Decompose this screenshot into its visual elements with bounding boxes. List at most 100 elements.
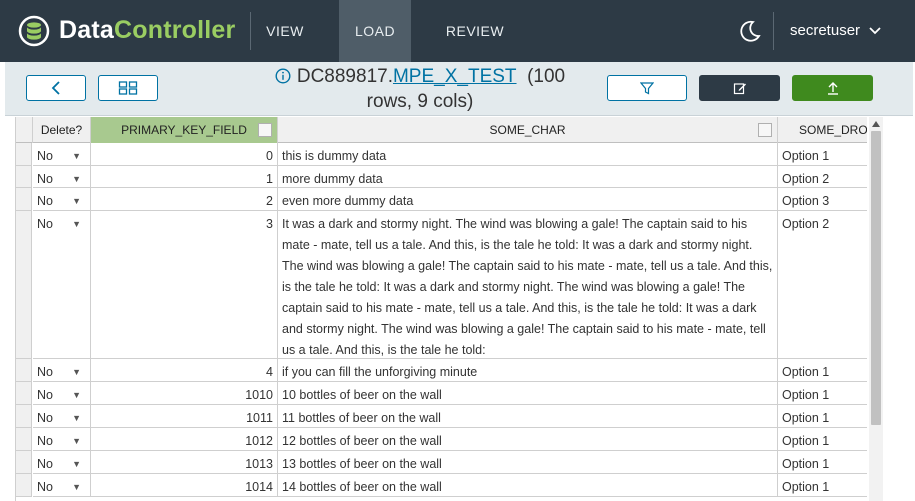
dropdown-arrow-icon[interactable]: ▼ <box>72 169 81 187</box>
primary-key-cell[interactable]: 1013 <box>91 451 278 474</box>
delete-select[interactable]: No ▼ <box>33 211 91 359</box>
delete-select[interactable]: No ▼ <box>33 428 91 451</box>
row-header[interactable] <box>16 143 32 166</box>
primary-key-cell[interactable]: 1012 <box>91 428 278 451</box>
delete-value: No <box>37 480 53 494</box>
delete-select[interactable]: No ▼ <box>33 188 91 211</box>
row-header[interactable] <box>16 188 32 211</box>
dropdown-arrow-icon[interactable]: ▼ <box>72 408 81 427</box>
delete-value: No <box>37 388 53 402</box>
column-header-some-dropdown[interactable]: SOME_DRO <box>778 117 867 143</box>
grid-view-button[interactable] <box>98 75 158 101</box>
grid-icon <box>118 81 138 95</box>
delete-select[interactable]: No ▼ <box>33 382 91 405</box>
dropdown-arrow-icon[interactable]: ▼ <box>72 191 81 210</box>
delete-value: No <box>37 217 53 231</box>
corner-cell[interactable] <box>16 117 33 143</box>
some-char-cell[interactable]: more dummy data <box>278 166 778 188</box>
some-char-cell[interactable]: 11 bottles of beer on the wall <box>278 405 778 428</box>
database-icon[interactable] <box>18 14 50 48</box>
row-header[interactable] <box>16 428 32 451</box>
back-button[interactable] <box>26 75 86 101</box>
vertical-scrollbar[interactable] <box>869 117 883 501</box>
some-char-cell[interactable]: even more dummy data <box>278 188 778 211</box>
row-header[interactable] <box>16 166 32 188</box>
brand-part-data: Data <box>59 16 114 44</box>
column-header-delete[interactable]: Delete? <box>33 117 91 143</box>
column-header-primary-key[interactable]: PRIMARY_KEY_FIELD <box>91 117 278 143</box>
row-header[interactable] <box>16 474 32 497</box>
tab-load[interactable]: LOAD <box>339 0 411 62</box>
delete-value: No <box>37 172 53 186</box>
some-dropdown-cell[interactable]: Option 1 <box>778 359 867 382</box>
some-char-cell[interactable]: 13 bottles of beer on the wall <box>278 451 778 474</box>
primary-key-cell[interactable]: 1011 <box>91 405 278 428</box>
some-dropdown-cell[interactable]: Option 1 <box>778 474 867 497</box>
tab-view[interactable]: VIEW <box>251 0 319 62</box>
some-char-cell[interactable]: if you can fill the unforgiving minute <box>278 359 778 382</box>
tab-review[interactable]: REVIEW <box>431 0 519 62</box>
delete-select[interactable]: No ▼ <box>33 143 91 166</box>
edit-button[interactable] <box>699 75 780 101</box>
column-filter-icon[interactable] <box>758 123 772 137</box>
some-char-cell[interactable]: 14 bottles of beer on the wall <box>278 474 778 497</box>
delete-select[interactable]: No ▼ <box>33 451 91 474</box>
scroll-up-icon[interactable] <box>872 121 880 127</box>
dropdown-arrow-icon[interactable]: ▼ <box>72 362 81 381</box>
column-header-some-char[interactable]: SOME_CHAR <box>278 117 778 143</box>
delete-select[interactable]: No ▼ <box>33 405 91 428</box>
primary-key-cell[interactable]: 2 <box>91 188 278 211</box>
row-header[interactable] <box>16 451 32 474</box>
dropdown-arrow-icon[interactable]: ▼ <box>72 214 81 235</box>
info-circle-icon[interactable] <box>275 68 291 84</box>
page-title: DC889817.MPE_X_TEST (100 rows, 9 cols) <box>255 64 585 114</box>
chevron-down-icon[interactable] <box>869 26 881 36</box>
table-link[interactable]: MPE_X_TEST <box>393 66 517 87</box>
some-char-cell[interactable]: 12 bottles of beer on the wall <box>278 428 778 451</box>
primary-key-cell[interactable]: 0 <box>91 143 278 166</box>
delete-value: No <box>37 411 53 425</box>
delete-select[interactable]: No ▼ <box>33 359 91 382</box>
primary-key-cell[interactable]: 4 <box>91 359 278 382</box>
some-dropdown-cell[interactable]: Option 1 <box>778 405 867 428</box>
primary-key-cell[interactable]: 1 <box>91 166 278 188</box>
delete-value: No <box>37 365 53 379</box>
grid-header: Delete? PRIMARY_KEY_FIELD SOME_CHAR SOME… <box>16 117 867 143</box>
column-filter-icon[interactable] <box>258 123 272 137</box>
delete-select[interactable]: No ▼ <box>33 474 91 497</box>
some-dropdown-cell[interactable]: Option 1 <box>778 428 867 451</box>
filter-icon <box>640 82 654 95</box>
some-char-cell[interactable]: this is dummy data <box>278 143 778 166</box>
row-header[interactable] <box>16 405 32 428</box>
some-dropdown-cell[interactable]: Option 1 <box>778 451 867 474</box>
primary-key-cell[interactable]: 3 <box>91 211 278 359</box>
row-header[interactable] <box>16 382 32 405</box>
some-char-cell[interactable]: 10 bottles of beer on the wall <box>278 382 778 405</box>
chevron-left-icon <box>51 81 60 95</box>
delete-select[interactable]: No ▼ <box>33 166 91 188</box>
user-menu[interactable]: secretuser <box>790 0 860 62</box>
dropdown-arrow-icon[interactable]: ▼ <box>72 454 81 473</box>
delete-value: No <box>37 457 53 471</box>
some-dropdown-cell[interactable]: Option 2 <box>778 166 867 188</box>
some-dropdown-cell[interactable]: Option 2 <box>778 211 867 359</box>
filter-button[interactable] <box>607 75 687 101</box>
primary-key-cell[interactable]: 1014 <box>91 474 278 497</box>
scrollbar-thumb[interactable] <box>871 131 881 425</box>
moon-icon[interactable] <box>739 20 761 42</box>
dropdown-arrow-icon[interactable]: ▼ <box>72 431 81 450</box>
brand-name[interactable]: DataController <box>59 16 235 45</box>
upload-button[interactable] <box>792 75 873 101</box>
some-char-cell[interactable]: It was a dark and stormy night. The wind… <box>278 211 778 359</box>
row-header[interactable] <box>16 211 32 359</box>
some-dropdown-cell[interactable]: Option 1 <box>778 382 867 405</box>
some-dropdown-cell[interactable]: Option 1 <box>778 143 867 166</box>
dropdown-arrow-icon[interactable]: ▼ <box>72 477 81 496</box>
some-dropdown-cell[interactable]: Option 3 <box>778 188 867 211</box>
primary-key-cell[interactable]: 1010 <box>91 382 278 405</box>
column-header-label: PRIMARY_KEY_FIELD <box>121 123 247 137</box>
dropdown-arrow-icon[interactable]: ▼ <box>72 385 81 404</box>
dropdown-arrow-icon[interactable]: ▼ <box>72 146 81 165</box>
brand-part-controller: Controller <box>114 16 236 44</box>
row-header[interactable] <box>16 359 32 382</box>
